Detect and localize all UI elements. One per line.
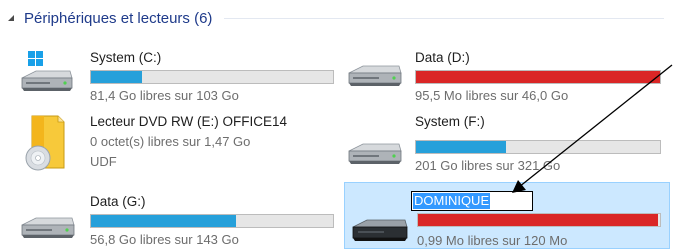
drive-free-space: 95,5 Mo libres sur 46,0 Go	[415, 88, 569, 103]
drive-capacity-bar	[417, 213, 661, 227]
rename-field-selected-text[interactable]: DOMINIQUE	[413, 193, 491, 209]
drive-free-space: 0 octet(s) libres sur 1,47 Go	[90, 134, 251, 149]
drive-capacity-fill	[416, 141, 507, 153]
drive-capacity-bar	[415, 70, 661, 84]
group-header-devices-and-drives[interactable]: Périphériques et lecteurs (6)	[0, 6, 668, 30]
hard-drive-icon	[21, 217, 75, 238]
drive-capacity-fill	[91, 71, 142, 83]
drive-free-space: 0,99 Mo libres sur 120 Mo	[417, 233, 568, 248]
drive-capacity-bar	[90, 70, 334, 84]
hard-drive-icon	[348, 65, 402, 86]
hard-drive-icon	[348, 143, 402, 164]
collapse-triangle-icon[interactable]	[7, 14, 15, 22]
windows-drive-icon	[21, 51, 73, 91]
usb-drive-icon	[352, 219, 408, 241]
drive-name: System (C:)	[90, 50, 162, 65]
drive-capacity-fill	[416, 71, 660, 83]
drive-free-space: 56,8 Go libres sur 143 Go	[90, 232, 239, 247]
drive-free-space: 201 Go libres sur 321 Go	[415, 158, 561, 173]
drive-capacity-fill	[91, 215, 237, 227]
drive-free-space: 81,4 Go libres sur 103 Go	[90, 88, 239, 103]
drive-name: Lecteur DVD RW (E:) OFFICE14	[90, 114, 288, 129]
drive-capacity-bar	[90, 214, 334, 228]
drive-filesystem: UDF	[90, 154, 117, 169]
drive-tile-c[interactable]: System (C:) 81,4 Go libres sur 103 Go	[18, 48, 340, 103]
group-title: Périphériques et lecteurs (6)	[24, 9, 213, 27]
drive-tile-d[interactable]: Data (D:) 95,5 Mo libres sur 46,0 Go	[345, 48, 667, 103]
drive-name: Data (G:)	[90, 194, 146, 209]
drive-tile-f[interactable]: System (F:) 201 Go libres sur 321 Go	[345, 112, 667, 178]
drive-name: System (F:)	[415, 114, 485, 129]
dvd-drive-icon	[25, 115, 65, 171]
drive-tile-e[interactable]: Lecteur DVD RW (E:) OFFICE14 0 octet(s) …	[18, 112, 340, 178]
drive-capacity-fill	[418, 214, 659, 226]
drive-capacity-bar	[415, 140, 661, 154]
group-divider	[224, 17, 664, 19]
drive-tile-g[interactable]: Data (G:) 56,8 Go libres sur 143 Go	[18, 186, 340, 247]
drive-name: Data (D:)	[415, 50, 470, 65]
